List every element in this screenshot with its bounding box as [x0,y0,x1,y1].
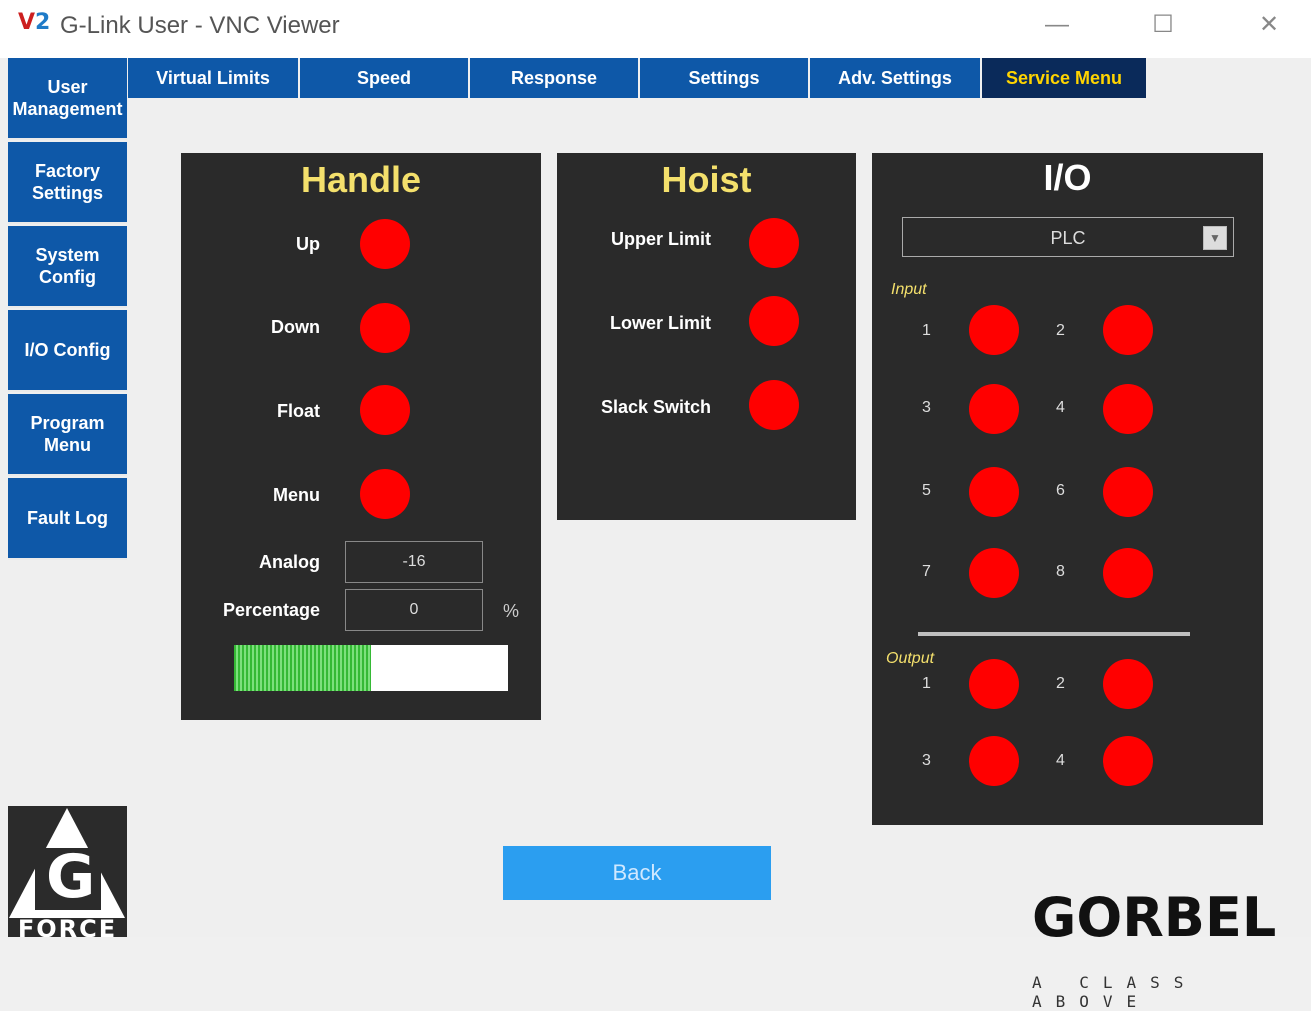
input-7-label: 7 [922,563,931,580]
handle-down-label: Down [271,317,320,337]
input-label: Input [891,281,927,298]
hoist-title: Hoist [661,159,752,200]
window-title: G-Link User - VNC Viewer [60,12,340,39]
gforce-word: FORCE [17,915,118,937]
input-4-label: 4 [1056,399,1065,416]
upper-limit-label: Upper Limit [610,229,711,249]
gorbel-tagline: A CLASS ABOVE [1032,973,1198,1011]
input-8-label: 8 [1056,563,1065,580]
hoist-panel: Hoist [557,153,856,520]
tab-speed[interactable]: Speed [300,58,470,98]
handle-float-indicator [360,385,410,435]
io-divider [918,632,1190,636]
sidebar-item-program-menu[interactable]: Program Menu [8,394,127,476]
handle-up-indicator [360,219,410,269]
input-5-indicator [969,467,1019,517]
input-8-indicator [1103,548,1153,598]
gforce-letter: G [46,842,96,912]
input-1-indicator [969,305,1019,355]
input-7-indicator [969,548,1019,598]
output-label: Output [886,650,935,667]
app-area: User Management Factory Settings System … [0,58,1311,1011]
input-5-label: 5 [922,482,931,499]
output-3-indicator [969,736,1019,786]
vnc-logo: V2 [18,10,51,35]
output-1-indicator [969,659,1019,709]
gforce-logo: G FORCE [8,806,127,937]
output-4-label: 4 [1056,752,1065,769]
io-selector-value: PLC [1050,228,1086,248]
sidebar-item-factory-settings[interactable]: Factory Settings [8,142,127,224]
analog-value: -16 [345,541,483,583]
output-1-label: 1 [922,675,931,692]
io-title: I/O [1043,157,1092,198]
slack-switch-indicator [749,380,799,430]
input-3-label: 3 [922,399,931,416]
handle-title: Handle [300,159,422,200]
lower-limit-label: Lower Limit [609,313,711,333]
input-4-indicator [1103,384,1153,434]
output-4-indicator [1103,736,1153,786]
back-button[interactable]: Back [503,846,771,900]
input-6-indicator [1103,467,1153,517]
input-2-label: 2 [1056,322,1065,339]
sidebar-item-io-config[interactable]: I/O Config [8,310,127,392]
tab-adv-settings[interactable]: Adv. Settings [810,58,982,98]
percentage-label: Percentage [222,600,320,620]
window-titlebar: V2 G-Link User - VNC Viewer — ☐ ✕ [0,0,1311,58]
sidebar-item-user-management[interactable]: User Management [8,58,127,140]
percentage-bar [234,645,508,691]
io-selector-dropdown[interactable]: PLC ▼ [902,217,1234,257]
slack-switch-label: Slack Switch [600,397,711,417]
gorbel-logo: GORBEL [1032,886,1277,949]
analog-label: Analog [259,552,320,572]
output-2-label: 2 [1056,675,1065,692]
sidebar-item-system-config[interactable]: System Config [8,226,127,308]
handle-menu-indicator [360,469,410,519]
percentage-unit: % [502,601,519,621]
handle-menu-label: Menu [273,485,320,505]
upper-limit-indicator [749,218,799,268]
output-3-label: 3 [922,752,931,769]
lower-limit-indicator [749,296,799,346]
dropdown-arrow-icon[interactable]: ▼ [1203,226,1227,250]
handle-down-indicator [360,303,410,353]
input-1-label: 1 [922,322,931,339]
percentage-value: 0 [345,589,483,631]
maximize-button[interactable]: ☐ [1140,8,1186,42]
handle-float-label: Float [277,401,320,421]
output-2-indicator [1103,659,1153,709]
tab-service-menu[interactable]: Service Menu [982,58,1148,98]
input-2-indicator [1103,305,1153,355]
input-3-indicator [969,384,1019,434]
tab-virtual-limits[interactable]: Virtual Limits [128,58,300,98]
close-button[interactable]: ✕ [1246,8,1292,42]
sidebar-item-fault-log[interactable]: Fault Log [8,478,127,560]
minimize-button[interactable]: — [1034,8,1080,42]
percentage-bar-fill [234,645,371,691]
input-6-label: 6 [1056,482,1065,499]
handle-up-label: Up [296,234,320,254]
tab-response[interactable]: Response [470,58,640,98]
tab-settings[interactable]: Settings [640,58,810,98]
